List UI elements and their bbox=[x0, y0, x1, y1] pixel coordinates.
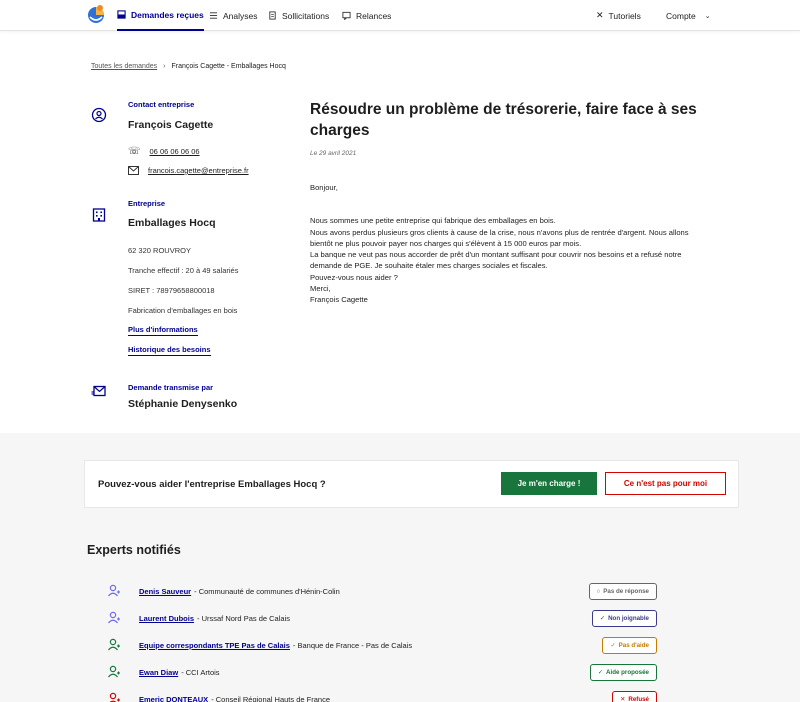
nav-analyses[interactable]: Analyses bbox=[209, 0, 258, 31]
status-label: Pas d'aide bbox=[618, 642, 649, 649]
company-siret: SIRET : 78979658800018 bbox=[128, 286, 215, 295]
expert-row: Ewan Diaw - CCI Artois ✓ Aide proposée bbox=[107, 663, 657, 681]
status-label: Refusé bbox=[628, 696, 649, 702]
user-icon bbox=[108, 665, 120, 678]
expert-name[interactable]: Emeric DONTEAUX bbox=[139, 695, 208, 702]
user-icon bbox=[108, 584, 120, 597]
accept-button[interactable]: Je m'en charge ! bbox=[501, 472, 597, 495]
request-line: Pouvez-vous nous aider ? bbox=[310, 272, 398, 282]
request-greeting: Bonjour, bbox=[310, 183, 338, 192]
inbox-icon bbox=[117, 10, 126, 19]
expert-name[interactable]: Laurent Dubois bbox=[139, 614, 194, 623]
nav-demandes-recues[interactable]: Demandes reçues bbox=[117, 0, 204, 31]
expert-org: - Banque de France - Pas de Calais bbox=[292, 640, 413, 650]
request-line: Nous avons perdus plusieurs gros clients… bbox=[310, 227, 689, 248]
close-icon: ✕ bbox=[596, 10, 604, 20]
breadcrumb-root[interactable]: Toutes les demandes bbox=[91, 63, 157, 70]
company-activity: Fabrication d'emballages en bois bbox=[128, 306, 238, 315]
chat-icon bbox=[342, 11, 351, 20]
status-badge: ✓ Aide proposée bbox=[589, 664, 657, 681]
company-staff: Tranche effectif : 20 à 49 salariés bbox=[128, 266, 239, 275]
expert-name[interactable]: Equipe correspondants TPE Pas de Calais bbox=[139, 641, 290, 650]
nav-tutoriels[interactable]: ✕ Tutoriels bbox=[596, 0, 641, 31]
contact-phone[interactable]: ☏ 06 06 06 06 06 bbox=[128, 146, 200, 157]
building-icon bbox=[92, 208, 106, 222]
expert-name[interactable]: Denis Sauveur bbox=[139, 587, 191, 596]
contact-email[interactable]: francois.cagette@entreprise.fr bbox=[128, 166, 249, 175]
status-icon: ✕ bbox=[620, 696, 626, 702]
more-info-link[interactable]: Plus d'informations bbox=[128, 325, 198, 336]
phone-value[interactable]: 06 06 06 06 06 bbox=[150, 147, 200, 156]
expert-name[interactable]: Ewan Diaw bbox=[139, 668, 178, 677]
phone-icon: ☏ bbox=[128, 146, 141, 157]
contact-label: Contact entreprise bbox=[128, 100, 195, 109]
nav-relances[interactable]: Relances bbox=[342, 0, 391, 31]
expert-org: - Urssaf Nord Pas de Calais bbox=[197, 613, 290, 623]
email-value[interactable]: francois.cagette@entreprise.fr bbox=[148, 166, 249, 175]
status-label: Non joignable bbox=[608, 615, 649, 622]
user-icon bbox=[108, 611, 120, 624]
request-line: La banque ne veut pas nous accorder de p… bbox=[310, 250, 682, 271]
transmitted-name: Stéphanie Denysenko bbox=[128, 398, 238, 410]
nav-label: Relances bbox=[356, 10, 392, 21]
status-icon: ✓ bbox=[599, 615, 606, 622]
nav-label: Analyses bbox=[223, 10, 258, 21]
mail-icon bbox=[128, 166, 139, 175]
status-badge: ✓ Non joignable bbox=[591, 610, 657, 627]
breadcrumb: Toutes les demandes › François Cagette -… bbox=[91, 63, 286, 70]
top-navigation: Demandes reçues Analyses Sollicitations … bbox=[0, 0, 800, 31]
company-city: 62 320 ROUVROY bbox=[128, 246, 191, 255]
company-name: Emballages Hocq bbox=[128, 217, 216, 229]
status-badge: ✓ Pas d'aide bbox=[602, 637, 657, 654]
status-icon: ○ bbox=[596, 588, 601, 595]
status-badge: ✕ Refusé bbox=[612, 691, 657, 702]
status-label: Pas de réponse bbox=[603, 588, 649, 595]
nav-label: Compte bbox=[666, 10, 696, 21]
status-label: Aide proposée bbox=[606, 669, 649, 676]
company-label: Entreprise bbox=[128, 199, 166, 208]
nav-compte[interactable]: Compte ⌄ bbox=[666, 0, 711, 31]
user-icon bbox=[109, 692, 120, 702]
request-body: Bonjour, Nous sommes une petite entrepri… bbox=[310, 182, 710, 306]
expert-org: - Communauté de communes d'Hénin-Colin bbox=[194, 586, 340, 596]
status-icon: ✓ bbox=[610, 642, 616, 649]
expert-row: Laurent Dubois - Urssaf Nord Pas de Calai… bbox=[107, 609, 657, 627]
request-signature: François Cagette bbox=[310, 295, 368, 305]
expert-row: Equipe correspondants TPE Pas de Calais -… bbox=[107, 636, 657, 654]
contact-name: François Cagette bbox=[128, 119, 214, 131]
breadcrumb-current: François Cagette - Emballages Hocq bbox=[171, 63, 286, 70]
expert-org: - Conseil Régional Hauts de France bbox=[211, 694, 330, 702]
expert-row: Denis Sauveur - Communauté de communes d'… bbox=[107, 582, 657, 600]
request-line: Merci, bbox=[310, 284, 331, 294]
request-date: Le 29 avril 2021 bbox=[310, 150, 357, 157]
chevron-down-icon: ⌄ bbox=[704, 12, 711, 20]
help-question: Pouvez-vous aider l'entreprise Emballage… bbox=[98, 479, 326, 490]
request-title: Résoudre un problème de trésorerie, fair… bbox=[310, 101, 697, 139]
experts-title: Experts notifiés bbox=[87, 543, 181, 557]
status-badge: ○ Pas de réponse bbox=[588, 583, 657, 600]
list-icon bbox=[209, 12, 218, 19]
user-icon bbox=[108, 638, 120, 651]
send-mail-icon bbox=[91, 385, 106, 397]
status-icon: ✓ bbox=[597, 669, 604, 676]
nav-label: Tutoriels bbox=[608, 10, 641, 21]
help-box: Pouvez-vous aider l'entreprise Emballage… bbox=[84, 460, 739, 508]
user-location-icon bbox=[91, 107, 107, 123]
chevron-right-icon: › bbox=[163, 63, 166, 70]
expert-row: Emeric DONTEAUX - Conseil Régional Hauts … bbox=[107, 690, 657, 702]
transmitted-label: Demande transmise par bbox=[128, 383, 214, 392]
request-line: Nous sommes une petite entreprise qui fa… bbox=[310, 216, 556, 226]
logo-icon[interactable] bbox=[86, 3, 106, 25]
nav-sollicitations[interactable]: Sollicitations bbox=[268, 0, 329, 31]
history-link[interactable]: Historique des besoins bbox=[128, 345, 211, 356]
refuse-button[interactable]: Ce n'est pas pour moi bbox=[605, 472, 726, 495]
nav-label: Sollicitations bbox=[282, 10, 330, 21]
nav-label: Demandes reçues bbox=[131, 9, 204, 20]
expert-org: - CCI Artois bbox=[181, 667, 220, 677]
document-icon bbox=[269, 11, 276, 20]
